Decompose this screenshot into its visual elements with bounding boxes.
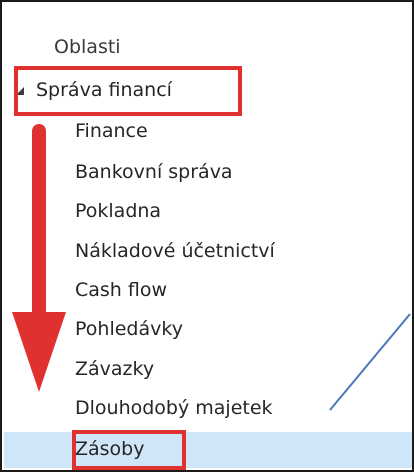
navigation-pane: Oblasti Správa financí Finance Bankovní … <box>2 2 412 470</box>
annotation-leader-line <box>329 313 411 411</box>
